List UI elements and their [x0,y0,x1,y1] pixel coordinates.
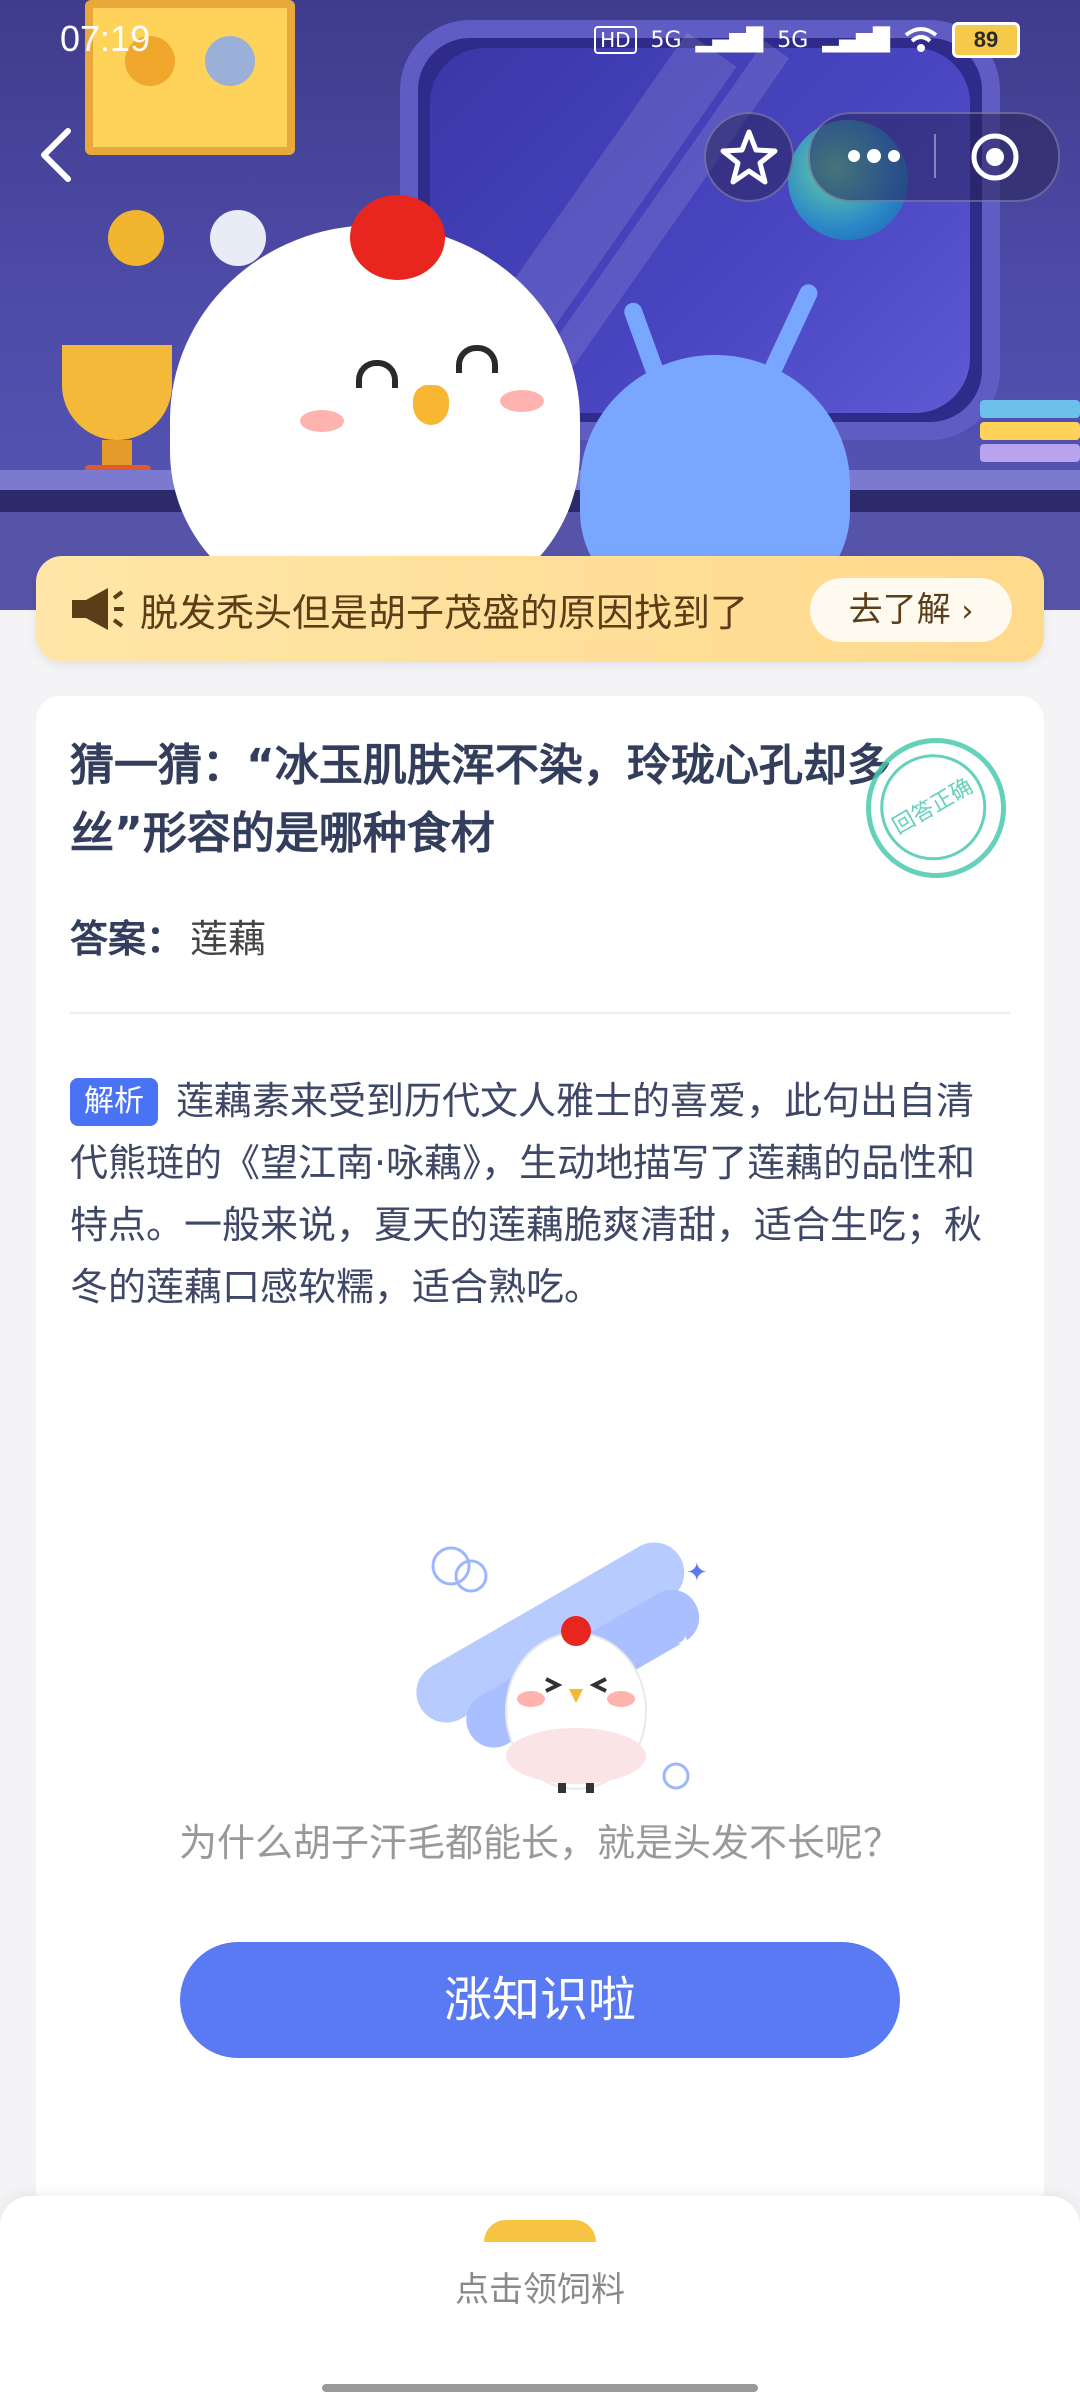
star-icon [720,129,778,185]
banner-text: 脱发秃头但是胡子茂盛的原因找到了 [140,591,749,635]
analysis-text: 莲藕素来受到历代文人雅士的喜爱，此句出自清代熊琏的《望江南·咏藕》，生动地描写了… [70,1079,983,1309]
status-icons: HD 5G ▂▄▆█ 5G ▂▄▆█ 89 [594,22,1020,58]
silver-medal-decoration [210,210,266,266]
svg-text:✦: ✦ [676,1632,694,1657]
target-icon[interactable] [970,132,1020,182]
status-time: 07:19 [60,18,151,59]
learn-more-button[interactable]: 去了解 › [810,578,1012,642]
chick-mascot [170,225,580,610]
chevron-left-icon [41,128,71,182]
feed-handle-icon [484,2220,596,2242]
favorite-button[interactable] [704,112,794,202]
home-indicator[interactable] [322,2384,758,2392]
trophy-decoration [62,345,172,440]
wifi-icon [904,27,938,52]
answer-value: 莲藕 [190,917,267,961]
signal-icon: ▂▄▆█ [822,27,890,53]
answer-label: 答案： [70,917,185,961]
feed-label: 点击领饲料 [455,2270,625,2310]
learn-more-label: 去了解 [848,590,951,630]
hd-icon: HD [594,26,637,54]
divider [70,1012,1010,1014]
feed-bottom-sheet[interactable]: 点击领饲料 [0,2196,1080,2400]
promo-question: 为什么胡子汗毛都能长，就是头发不长呢？ [178,1821,901,1865]
more-dots-icon[interactable] [844,144,904,168]
miniprogram-capsule [808,112,1060,202]
status-bar: 07:19 HD 5G ▂▄▆█ 5G ▂▄▆█ 89 [0,0,1080,84]
books-decoration [980,400,1080,480]
signal-icon: ▂▄▆█ [695,27,764,53]
signal-label-2: 5G [777,27,809,53]
gold-medal-decoration [108,210,164,266]
battery-indicator: 89 [952,22,1020,58]
learn-knowledge-button[interactable]: 涨知识啦 [180,1942,900,2058]
chick-comb [350,195,445,280]
hero-illustration [0,0,1080,610]
question-title: 猜一猜：“冰玉肌肤浑不染，玲珑心孔却多丝”形容的是哪种食材 [70,740,891,859]
svg-text:✦: ✦ [686,1558,708,1588]
back-button[interactable] [36,125,76,185]
answer-row: 答案： 莲藕 [70,908,266,963]
megaphone-icon [72,588,124,630]
promo-banner[interactable]: 脱发秃头但是胡子茂盛的原因找到了 去了解 › [36,556,1044,662]
analysis-block: 解析 莲藕素来受到历代文人雅士的喜爱，此句出自清代熊琏的《望江南·咏藕》，生动地描… [70,1070,1010,1318]
signal-label-1: 5G [650,27,682,53]
analysis-tag: 解析 [70,1078,158,1126]
chick-promo-illustration: ✦ ✦ [416,1542,708,1793]
chevron-right-icon: › [961,594,974,629]
quiz-card: 猜一猜：“冰玉肌肤浑不染，玲珑心孔却多丝”形容的是哪种食材 回答正确 答案： 莲藕… [36,696,1044,2216]
